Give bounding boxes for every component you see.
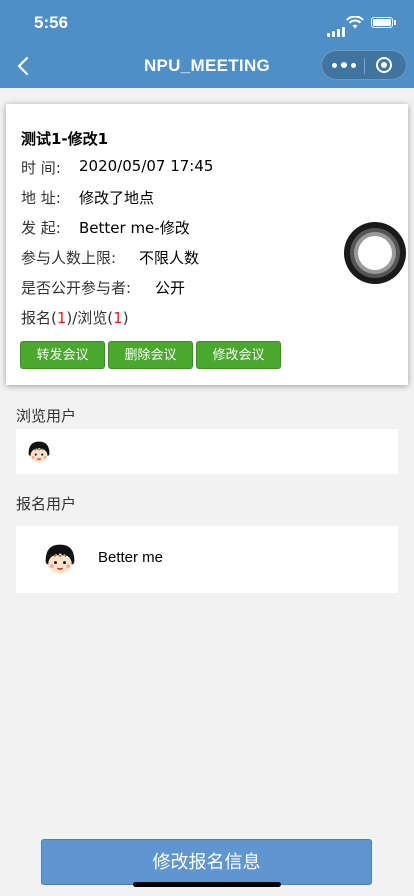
place-label: 地 址: [21,189,61,207]
meeting-title: 测试1-修改1 [21,130,109,148]
registrants-section-label: 报名用户 [16,495,77,513]
public-value: 公开 [155,279,186,297]
capsule-divider [364,58,365,74]
wifi-icon [346,16,364,29]
registrants-panel: Better me [16,526,398,593]
initiator-value: Better me-修改 [79,219,190,237]
header: 5:56 NPU_MEETING [0,0,414,88]
forward-meeting-button[interactable]: 转发会议 [20,341,105,369]
registrant-avatar [45,544,75,574]
more-icon[interactable] [332,61,356,69]
viewer-avatar[interactable] [26,439,52,465]
signup-view-counts: 报名(1)/浏览(1) [21,307,129,328]
public-label: 是否公开参与者: [21,279,132,297]
nav-bar: NPU_MEETING [0,44,414,88]
signup-prefix: 报名( [21,309,57,327]
viewers-section-label: 浏览用户 [16,407,77,425]
delete-meeting-button[interactable]: 删除会议 [108,341,193,369]
signup-count: 1 [56,309,67,327]
status-time: 5:56 [34,13,69,32]
signup-suffix: ) [122,309,129,327]
meeting-place-row: 地 址: 修改了地点 [21,187,154,208]
status-bar: 5:56 [0,0,414,44]
registrant-item[interactable]: Better me [16,526,398,593]
close-target-icon[interactable] [376,57,392,73]
view-count: 1 [113,309,123,327]
battery-icon [371,17,393,28]
signal-icon [327,18,347,37]
assistive-touch-button[interactable] [344,222,406,284]
battery-cap [394,20,396,25]
initiator-label: 发 起: [21,219,61,237]
viewers-panel [16,429,398,474]
home-indicator [133,882,281,887]
time-label: 时 间: [21,159,61,177]
edit-registration-button[interactable]: 修改报名信息 [41,839,372,885]
limit-value: 不限人数 [139,249,200,267]
edit-meeting-button[interactable]: 修改会议 [196,341,281,369]
meeting-time-row: 时 间: 2020/05/07 17:45 [21,157,213,178]
mini-program-capsule [321,50,407,80]
registrant-name: Better me [98,549,164,566]
time-value: 2020/05/07 17:45 [79,157,214,175]
participant-limit-row: 参与人数上限: 不限人数 [21,247,199,268]
meeting-initiator-row: 发 起: Better me-修改 [21,217,190,238]
place-value: 修改了地点 [79,189,155,207]
signup-mid: )/浏览( [66,309,114,327]
limit-label: 参与人数上限: [21,249,117,267]
public-participants-row: 是否公开参与者: 公开 [21,277,185,298]
